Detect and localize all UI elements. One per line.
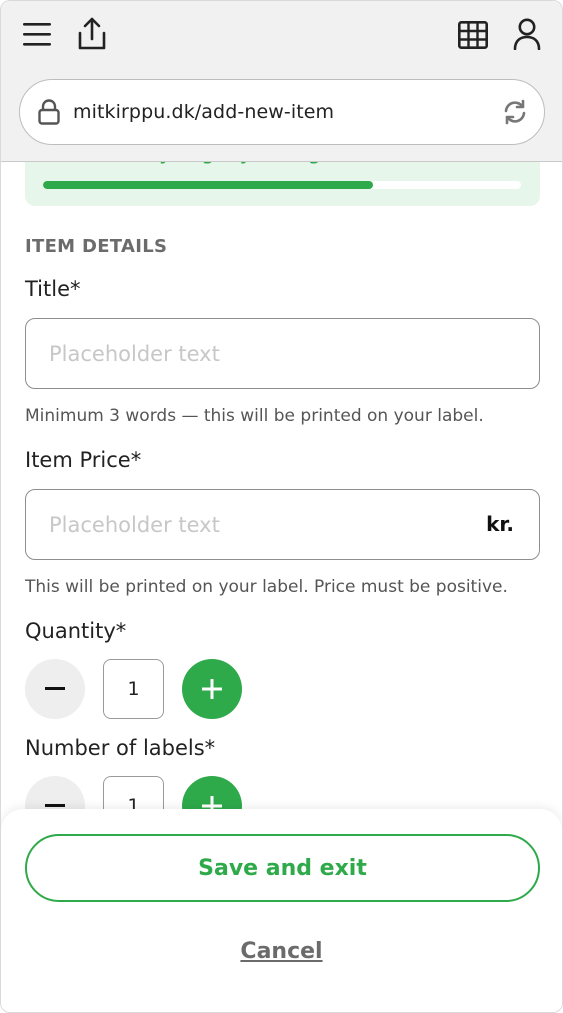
quantity-decrement-button[interactable] [25,659,85,719]
reload-icon [504,99,526,125]
save-and-exit-button[interactable]: Save and exit [25,834,540,902]
title-label: Title* [25,277,81,301]
account-button[interactable] [511,17,543,51]
menu-button[interactable] [21,18,53,50]
reload-button[interactable] [502,99,528,129]
currency-suffix: kr. [486,512,514,536]
plus-icon [202,679,222,699]
lock-icon [38,99,60,129]
minus-icon [45,804,65,807]
quantity-label: Quantity* [25,619,127,643]
quantity-stepper: 1 [25,659,245,719]
progress-track [43,181,521,189]
section-title: ITEM DETAILS [25,236,168,257]
price-input[interactable] [25,489,540,560]
browser-toolbar: mitkirppu.dk/add-new-item [1,1,562,162]
address-url: mitkirppu.dk/add-new-item [73,101,335,123]
cancel-link[interactable]: Cancel [1,939,562,964]
quantity-increment-button[interactable] [182,659,242,719]
title-help: Minimum 3 words — this will be printed o… [25,406,484,426]
share-button[interactable] [75,16,109,52]
bottom-action-sheet: Save and exit Cancel [1,809,562,1012]
share-icon [78,17,106,50]
minus-icon [45,687,65,690]
labels-count-label: Number of labels* [25,736,216,760]
user-icon [513,18,541,50]
title-input[interactable] [25,318,540,389]
progress-fill [43,181,373,189]
price-field: kr. [25,489,540,560]
price-label: Item Price* [25,448,142,472]
app-frame: Almost ready to get your tags ITEM DETAI… [0,0,563,1013]
menu-icon [23,23,51,46]
grid-icon [458,21,488,49]
address-bar[interactable]: mitkirppu.dk/add-new-item [19,79,545,145]
quantity-value[interactable]: 1 [103,659,164,719]
price-help: This will be printed on your label. Pric… [25,577,508,597]
tabs-grid-button[interactable] [457,19,489,51]
